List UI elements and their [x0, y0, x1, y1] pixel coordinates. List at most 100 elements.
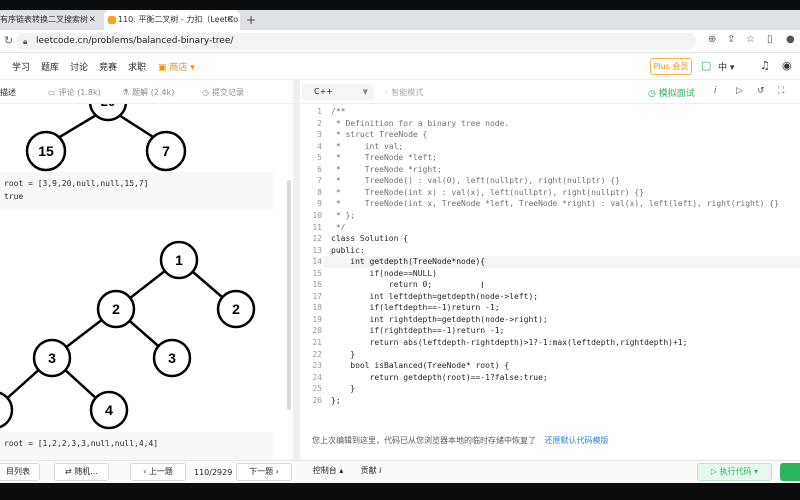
code-line: int rightdepth=getdepth(node->right);: [331, 314, 548, 324]
site-navbar: 学习 题库 讨论 竞赛 求职 ▣ 商店 ▾ Plus 会员 ▢ 中 ▾ ♫ ◉: [0, 53, 800, 80]
nav-shop[interactable]: ▣ 商店 ▾: [158, 60, 195, 73]
close-tab-icon[interactable]: ✕: [88, 10, 96, 30]
code-area[interactable]: 1 /** 2 * Definition for a binary tree nod…: [300, 106, 800, 406]
next-problem-button[interactable]: 下一题 ›: [236, 463, 292, 481]
zoom-icon[interactable]: ⊕: [708, 34, 716, 45]
nav-problemset[interactable]: 题库: [41, 60, 59, 73]
sidebar-icon[interactable]: ▯: [767, 34, 773, 45]
tab-description[interactable]: 描述: [0, 87, 16, 98]
line-number: 20: [312, 326, 322, 336]
text-cursor-icon: I: [481, 281, 484, 291]
play-icon[interactable]: ▷: [736, 86, 743, 96]
example1-tree-diagram: 20 15 7: [25, 104, 187, 172]
code-editor-panel: C++ ▼ ◦ 智能模式 ◷ 模拟面试 i ▷ ↺ ⛶ 1 /** 2 * Defi…: [300, 80, 800, 460]
notification-bell-icon[interactable]: ♫: [760, 59, 770, 72]
editor-toolbar: C++ ▼ ◦ 智能模式 ◷ 模拟面试 i ▷ ↺ ⛶: [300, 80, 800, 104]
restore-notice: 您上次编辑到这里，代码已从您浏览器本地的临时存储中恢复了 还原默认代码模版: [312, 436, 609, 445]
url-text: leetcode.cn/problems/balanced-binary-tre…: [36, 36, 234, 46]
tab-comments[interactable]: ▭ 评论 (1.8k): [48, 87, 101, 98]
code-line: return getdepth(root)==-1?false:true;: [331, 372, 548, 382]
play-icon: ▷: [710, 467, 718, 476]
mock-interview-button[interactable]: ◷ 模拟面试: [648, 86, 695, 99]
code-line: * TreeNode(int x, TreeNode *left, TreeNo…: [331, 199, 779, 209]
line-number: 11: [312, 222, 322, 232]
random-problem-button[interactable]: ⇄ 随机...: [54, 463, 109, 481]
dot-icon: ◦: [384, 88, 389, 97]
browser-tab-active[interactable]: 110. 平衡二叉树 - 力扣（LeetCo ✕: [104, 10, 240, 30]
line-number: 13: [312, 245, 322, 255]
line-number: 3: [317, 130, 322, 140]
code-line: public:: [331, 245, 365, 255]
code-line: * struct TreeNode {: [331, 130, 428, 140]
bookmark-star-icon[interactable]: ☆: [746, 34, 755, 45]
code-line: * TreeNode() : val(0), left(nullptr), ri…: [331, 176, 620, 186]
info-icon[interactable]: i: [714, 86, 717, 96]
bottom-bar: 目列表 ⇄ 随机... ‹ 上一题 110/2929 下一题 › 控制台 ▴ 贡…: [0, 460, 800, 483]
url-field[interactable]: 🔒︎ leetcode.cn/problems/balanced-binary-…: [16, 33, 696, 50]
nav-learn[interactable]: 学习: [12, 60, 30, 73]
line-number: 17: [312, 291, 322, 301]
code-line: * };: [331, 210, 356, 220]
share-icon[interactable]: ⇪: [727, 34, 735, 45]
leetcode-favicon-icon: [108, 16, 116, 24]
line-number: 23: [312, 361, 322, 371]
submit-button[interactable]: [780, 463, 800, 481]
timer-icon: ◷: [648, 89, 656, 99]
language-select[interactable]: C++ ▼: [302, 84, 374, 100]
code-line: * TreeNode *left;: [331, 153, 437, 163]
line-number: 18: [312, 303, 322, 313]
line-number: 10: [312, 210, 322, 220]
restore-default-template-link[interactable]: 还原默认代码模版: [545, 436, 609, 445]
plus-membership-button[interactable]: Plus 会员: [650, 58, 692, 75]
console-toggle[interactable]: 控制台 ▴: [306, 463, 350, 481]
nav-contest[interactable]: 竞赛: [99, 60, 117, 73]
problem-list-button[interactable]: 目列表: [0, 463, 40, 481]
prev-problem-button[interactable]: ‹ 上一题: [130, 463, 186, 481]
code-line: return abs(leftdepth-rightdepth)>1?-1:ma…: [331, 338, 688, 347]
code-line: int getdepth(TreeNode*node){: [331, 257, 486, 267]
tab-submissions[interactable]: ◷ 提交记录: [202, 87, 244, 98]
nav-discuss[interactable]: 讨论: [70, 60, 88, 73]
smart-mode-toggle[interactable]: ◦ 智能模式: [384, 87, 423, 98]
browser-tab-inactive[interactable]: 有序链表转换二叉搜索树 - ✕: [0, 10, 102, 30]
browser-tab-bar: 有序链表转换二叉搜索树 - ✕ 110. 平衡二叉树 - 力扣（LeetCo ✕…: [0, 10, 800, 30]
description-tabs: 描述 ▭ 评论 (1.8k) ⚗ 题解 (2.4k) ◷ 提交记录: [0, 80, 293, 104]
example2-input: root = [1,2,2,3,3,null,null,4,4]: [4, 439, 159, 448]
code-line: if(node==NULL): [331, 268, 437, 278]
tab-title: 有序链表转换二叉搜索树 -: [0, 15, 94, 24]
line-number: 24: [312, 372, 322, 382]
solution-icon: ⚗: [122, 88, 130, 97]
chevron-left-icon: ‹: [143, 467, 147, 476]
line-number: 14: [312, 257, 322, 267]
fullscreen-icon[interactable]: ⛶: [778, 86, 784, 96]
chevron-down-icon: ▼: [362, 88, 368, 96]
code-line: * TreeNode(int x) : val(x), left(nullptr…: [331, 187, 645, 197]
lock-icon: 🔒︎: [23, 37, 28, 46]
code-line: }: [331, 349, 356, 359]
tree-node-label: 2: [112, 301, 120, 317]
tab-solutions[interactable]: ⚗ 题解 (2.4k): [122, 87, 174, 98]
run-code-button[interactable]: ▷ 执行代码 ▾: [697, 463, 772, 481]
tree-node-label: 7: [162, 143, 170, 159]
comment-icon: ▭: [48, 88, 56, 97]
close-tab-icon[interactable]: ✕: [226, 10, 234, 30]
contribute-button[interactable]: 贡献 i: [354, 463, 388, 481]
reset-icon[interactable]: ↺: [757, 86, 765, 96]
line-number: 22: [312, 349, 322, 359]
reload-icon[interactable]: ↻: [4, 34, 13, 47]
code-line: * TreeNode *right;: [331, 164, 442, 174]
language-switch[interactable]: 中 ▾: [718, 60, 734, 73]
code-line: return 0;: [331, 280, 433, 290]
code-line: class Solution {: [331, 234, 409, 244]
example2-io-block: root = [1,2,2,3,3,null,null,4,4]: [0, 432, 273, 460]
line-number: 6: [317, 164, 322, 174]
new-tab-button[interactable]: +: [246, 10, 256, 30]
profile-icon[interactable]: ●: [786, 34, 795, 45]
code-line: if(rightdepth==-1)return -1;: [331, 326, 505, 336]
line-number: 7: [317, 176, 322, 186]
panel-resize-handle[interactable]: [293, 80, 300, 460]
left-scrollbar[interactable]: [287, 180, 291, 410]
nav-jobs[interactable]: 求职: [128, 60, 146, 73]
avatar[interactable]: ◉: [782, 59, 792, 72]
notebook-icon[interactable]: ▢: [701, 59, 711, 72]
